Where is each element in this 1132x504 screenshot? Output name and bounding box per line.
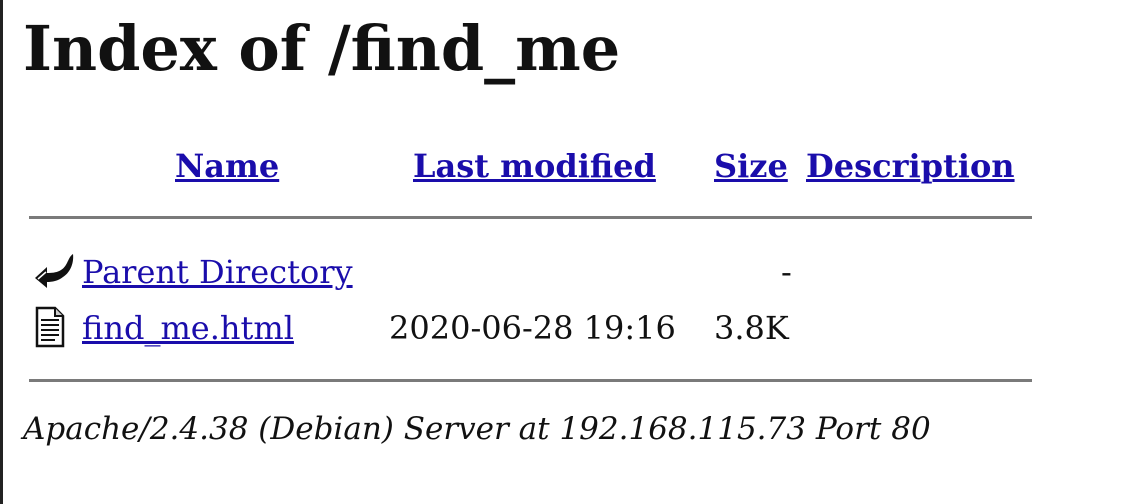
file-link[interactable]: find_me.html: [82, 306, 294, 350]
table-row: find_me.html 2020-06-28 19:16 3.8K: [3, 306, 1132, 350]
size-cell: -: [781, 253, 792, 291]
page-frame: Index of /find_me Name Last modified Siz…: [0, 0, 1132, 504]
size-cell: 3.8K: [714, 309, 789, 347]
sort-by-name-link[interactable]: Name: [175, 143, 279, 189]
last-modified-cell: 2020-06-28 19:16: [389, 309, 676, 347]
server-signature: Apache/2.4.38 (Debian) Server at 192.168…: [23, 411, 931, 447]
footer-divider: [29, 379, 1032, 382]
page-title: Index of /find_me: [23, 12, 621, 85]
table-row: Parent Directory -: [3, 250, 1132, 294]
sort-by-size-link[interactable]: Size: [714, 143, 788, 189]
header-divider: [29, 216, 1032, 219]
sort-by-description-link[interactable]: Description: [806, 143, 1015, 189]
text-file-icon: [29, 306, 75, 348]
back-arrow-icon: [29, 250, 75, 292]
parent-directory-link[interactable]: Parent Directory: [82, 250, 353, 294]
sort-by-last-modified-link[interactable]: Last modified: [413, 143, 656, 189]
